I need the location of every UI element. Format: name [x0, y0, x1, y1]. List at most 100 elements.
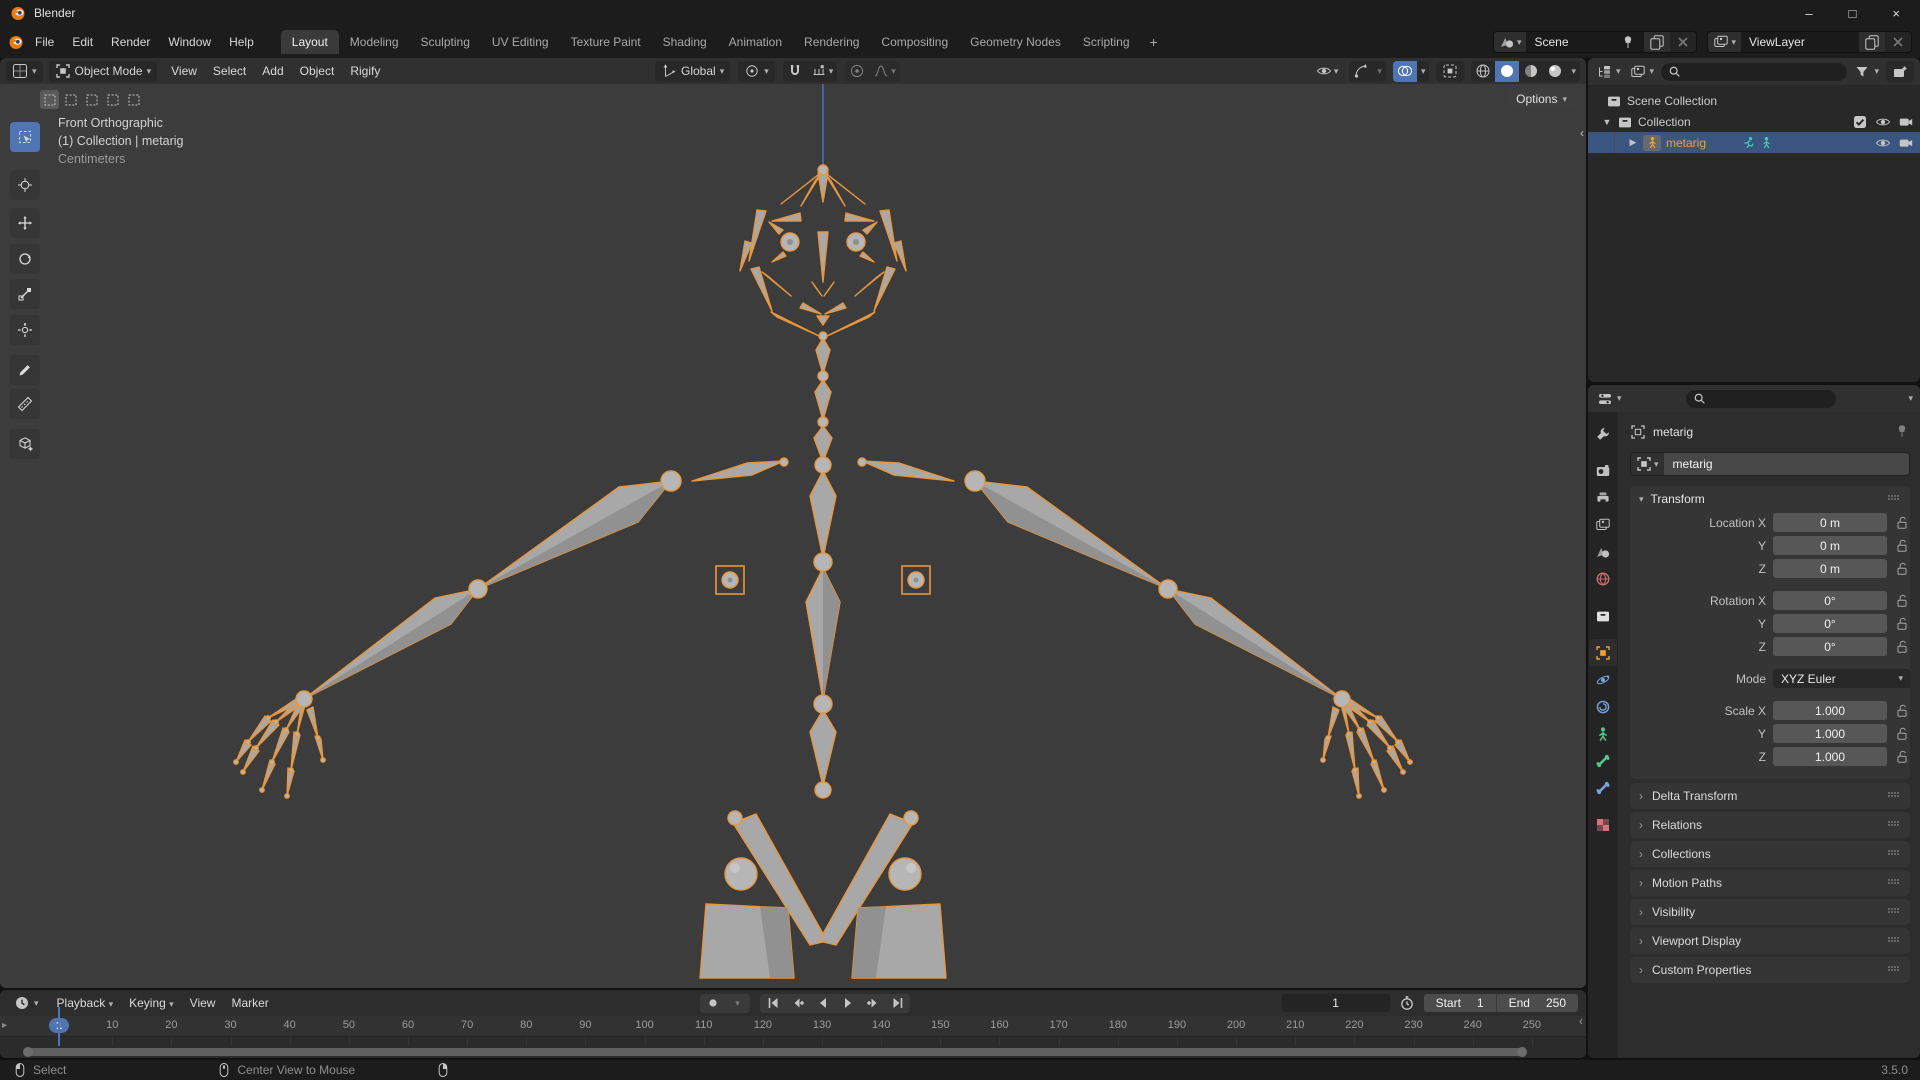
play-reverse-button[interactable]: [810, 994, 835, 1013]
lock-open-icon[interactable]: [1894, 726, 1910, 742]
proportional-falloff-dropdown[interactable]: ▾: [869, 61, 900, 82]
properties-tab-object[interactable]: [1589, 639, 1617, 666]
previous-keyframe-button[interactable]: [785, 994, 810, 1013]
outliner-editor-type-button[interactable]: ▾: [1594, 61, 1623, 82]
new-collection-button[interactable]: [1886, 61, 1914, 82]
properties-tab-bone[interactable]: [1589, 747, 1617, 774]
sidebar-toggle-arrow[interactable]: ‹: [1580, 126, 1584, 140]
outliner-row-metarig[interactable]: ▶ metarig: [1588, 132, 1920, 153]
tool-add-cube-button[interactable]: [10, 429, 40, 459]
tool-cursor-button[interactable]: [10, 170, 40, 200]
object-name-field[interactable]: ▾ metarig: [1630, 452, 1910, 476]
workspace-tab-animation[interactable]: Animation: [718, 30, 793, 54]
outliner-search-input[interactable]: [1661, 63, 1847, 81]
panel-delta-transform[interactable]: ›Delta Transform: [1630, 783, 1910, 809]
playhead-line[interactable]: [58, 1007, 60, 1046]
properties-tab-view-layer[interactable]: [1589, 511, 1617, 538]
lock-open-icon[interactable]: [1894, 616, 1910, 632]
proportional-edit-toggle[interactable]: [845, 61, 869, 82]
panel-viewport-display[interactable]: ›Viewport Display: [1630, 928, 1910, 954]
maximize-button[interactable]: □: [1849, 6, 1857, 21]
eye-icon[interactable]: [1875, 114, 1891, 130]
properties-tab-tool[interactable]: [1589, 420, 1617, 447]
viewport-menu-rigify[interactable]: Rigify: [342, 61, 388, 81]
value-slider[interactable]: 0 m: [1773, 536, 1887, 555]
menu-render[interactable]: Render: [102, 31, 159, 53]
logo-icon[interactable]: [8, 34, 24, 50]
value-slider[interactable]: 0°: [1773, 637, 1887, 656]
metarig-armature[interactable]: .bn{fill:#a8a8a8;stroke:#e8963c;stroke-w…: [0, 84, 1586, 988]
value-slider[interactable]: 0 m: [1773, 559, 1887, 578]
properties-tab-texture[interactable]: [1589, 811, 1617, 838]
shading-solid-button[interactable]: [1495, 61, 1519, 82]
scene-selector[interactable]: ▾ Scene: [1493, 31, 1698, 53]
mode-dropdown[interactable]: Object Mode▾: [49, 61, 158, 82]
properties-search-input[interactable]: [1686, 390, 1836, 408]
menu-window[interactable]: Window: [159, 31, 220, 53]
pivot-point-dropdown[interactable]: ▾: [738, 61, 775, 82]
properties-tab-output[interactable]: [1589, 484, 1617, 511]
tool-rotate-button[interactable]: [10, 244, 40, 274]
tool-scale-button[interactable]: [10, 279, 40, 309]
camera-vis-icon[interactable]: [1898, 114, 1914, 130]
viewport-canvas[interactable]: .bn{fill:#a8a8a8;stroke:#e8963c;stroke-w…: [0, 84, 1586, 988]
eye-icon[interactable]: [1875, 135, 1891, 151]
workspace-tab-scripting[interactable]: Scripting: [1072, 30, 1141, 54]
view-layer-selector[interactable]: ▾ ViewLayer: [1707, 31, 1912, 53]
viewport-menu-view[interactable]: View: [163, 61, 205, 81]
tool-transform-button[interactable]: [10, 315, 40, 345]
panel-motion-paths[interactable]: ›Motion Paths: [1630, 870, 1910, 896]
lock-open-icon[interactable]: [1894, 639, 1910, 655]
panel-collections[interactable]: ›Collections: [1630, 841, 1910, 867]
workspace-tab-layout[interactable]: Layout: [281, 30, 339, 54]
scene-browse-button[interactable]: ▾: [1494, 32, 1527, 52]
lock-open-icon[interactable]: [1894, 515, 1910, 531]
checkbox-icon[interactable]: [1852, 114, 1868, 130]
timeline-scrollbar[interactable]: [0, 1046, 1586, 1058]
value-slider[interactable]: 0°: [1773, 614, 1887, 633]
value-slider[interactable]: 1.000: [1773, 724, 1887, 743]
panel-custom-properties[interactable]: ›Custom Properties: [1630, 957, 1910, 983]
tool-move-button[interactable]: [10, 208, 40, 238]
editor-type-button[interactable]: ▾: [6, 61, 43, 82]
panel-relations[interactable]: ›Relations: [1630, 812, 1910, 838]
play-button[interactable]: [835, 994, 860, 1013]
value-slider[interactable]: 1.000: [1773, 747, 1887, 766]
lock-open-icon[interactable]: [1894, 561, 1910, 577]
jump-to-start-button[interactable]: [760, 994, 785, 1013]
properties-tab-collection[interactable]: [1589, 602, 1617, 629]
timeline-collapse-arrow[interactable]: ‹: [1579, 1014, 1583, 1028]
transform-orientation-dropdown[interactable]: Global▾: [655, 61, 730, 82]
jump-to-end-button[interactable]: [885, 994, 910, 1013]
view-layer-remove-button[interactable]: [1885, 32, 1911, 52]
properties-tab-render[interactable]: [1589, 457, 1617, 484]
timeline-tracks[interactable]: [0, 1036, 1586, 1046]
xray-toggle[interactable]: [1436, 61, 1464, 82]
outliner-row-scene-collection[interactable]: Scene Collection: [1588, 90, 1920, 111]
options-dropdown[interactable]: Options▾: [1507, 89, 1576, 109]
close-button[interactable]: ×: [1892, 6, 1900, 21]
transform-panel-header[interactable]: ▾ Transform: [1630, 486, 1910, 512]
workspace-tab-texture-paint[interactable]: Texture Paint: [560, 30, 652, 54]
timeline-menu-keying[interactable]: Keying ▾: [121, 993, 182, 1013]
overlays-toggle[interactable]: [1393, 61, 1417, 82]
scene-new-button[interactable]: [1644, 32, 1670, 52]
shading-rendered-button[interactable]: [1543, 61, 1567, 82]
shading-dropdown[interactable]: ▾: [1567, 61, 1580, 82]
workspace-tab-uv-editing[interactable]: UV Editing: [481, 30, 560, 54]
select-mode-subtract[interactable]: [82, 90, 101, 109]
select-mode-invert[interactable]: [103, 90, 122, 109]
outliner-display-mode-button[interactable]: ▾: [1628, 61, 1657, 82]
lock-open-icon[interactable]: [1894, 703, 1910, 719]
next-keyframe-button[interactable]: [860, 994, 885, 1013]
timeline-editor-type-button[interactable]: ▾: [8, 993, 45, 1014]
select-mode-set[interactable]: [40, 90, 59, 109]
timeline-ruler[interactable]: ▸ 1 102030405060708090100110120130140150…: [0, 1016, 1586, 1036]
view-layer-new-button[interactable]: [1859, 32, 1885, 52]
tool-annotate-button[interactable]: [10, 355, 40, 385]
current-frame-field[interactable]: 1: [1282, 994, 1390, 1012]
viewport-menu-add[interactable]: Add: [254, 61, 291, 81]
scene-unlink-button[interactable]: [1670, 32, 1696, 52]
properties-editor-type-button[interactable]: ▾: [1595, 388, 1624, 409]
properties-tab-bone-constraints[interactable]: [1589, 774, 1617, 801]
